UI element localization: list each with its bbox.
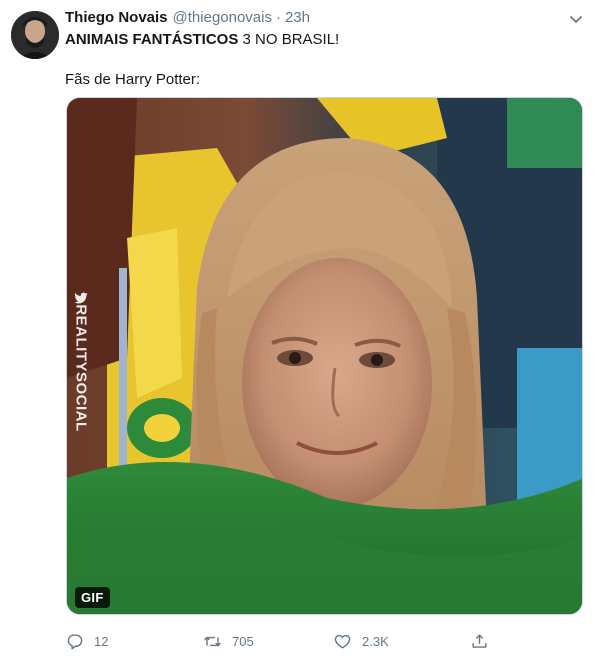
reply-count: 12 — [94, 633, 109, 649]
like-count: 2.3K — [362, 633, 389, 649]
gif-badge: GIF — [75, 587, 110, 608]
retweet-button[interactable]: 705 — [203, 630, 254, 652]
gif-media[interactable]: REALITYSOCIAL GIF — [66, 97, 583, 615]
watermark-text: REALITYSOCIAL — [72, 304, 90, 432]
like-button[interactable]: 2.3K — [333, 630, 389, 652]
reply-icon — [67, 633, 83, 649]
watermark: REALITYSOCIAL — [69, 288, 93, 448]
tweet-text-bold: ANIMAIS FANTÁSTICOS — [65, 31, 239, 48]
reply-button[interactable]: 12 — [65, 630, 108, 652]
chevron-down-icon[interactable] — [566, 9, 586, 29]
share-icon — [472, 633, 487, 648]
author-name[interactable]: Thiego Novais — [65, 9, 168, 26]
like-icon — [334, 634, 351, 649]
gif-image — [67, 98, 582, 614]
tweet-text-line-1: ANIMAIS FANTÁSTICOS 3 NO BRASIL! — [65, 31, 339, 48]
avatar-image — [11, 11, 59, 59]
tweet-text-line-2: Fãs de Harry Potter: — [65, 71, 201, 88]
tweet-actions: 12 705 2.3K — [65, 630, 585, 652]
tweet-text-rest: 3 NO BRASIL! — [238, 31, 340, 48]
tweet[interactable]: Thiego Novais @thiegonovais · 23h ANIMAI… — [0, 0, 595, 658]
tweet-header: Thiego Novais @thiegonovais · 23h — [65, 9, 310, 29]
twitter-bird-icon — [74, 292, 88, 304]
retweet-count: 705 — [232, 633, 254, 649]
separator-dot: · — [276, 9, 281, 26]
retweet-icon — [204, 636, 221, 646]
author-handle[interactable]: @thiegonovais — [173, 9, 272, 26]
share-button[interactable] — [470, 630, 499, 652]
timestamp[interactable]: 23h — [285, 9, 310, 26]
avatar[interactable] — [11, 11, 59, 59]
